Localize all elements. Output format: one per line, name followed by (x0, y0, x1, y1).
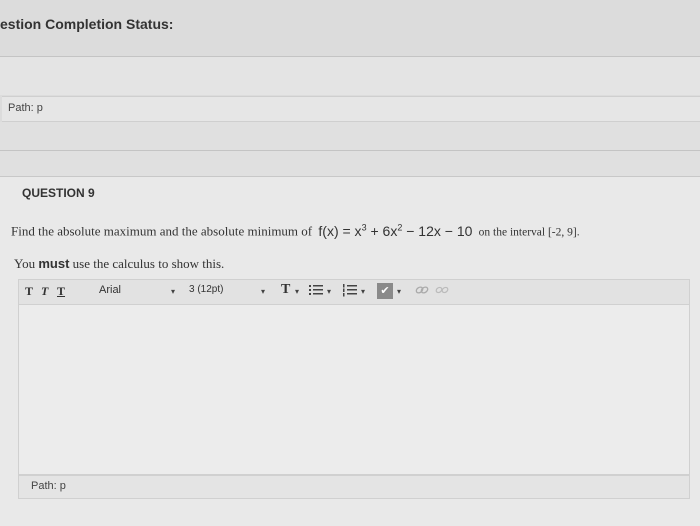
instruction-text: use the calculus to show this. (72, 256, 225, 271)
spacer-area (0, 122, 700, 176)
chevron-down-icon[interactable]: ▾ (397, 287, 401, 296)
italic-button[interactable]: T (41, 284, 48, 299)
instruction-text: You (14, 256, 36, 271)
interval-text: on the interval [-2, 9]. (478, 226, 580, 239)
chevron-down-icon[interactable]: ▾ (327, 287, 331, 296)
divider (0, 150, 700, 151)
chevron-down-icon[interactable]: ▾ (295, 287, 299, 296)
bold-button[interactable]: T (25, 284, 33, 299)
status-area (0, 57, 700, 95)
editor-toolbar: T T T Arial ▾ 3 (12pt) ▾ T ▾ ▾ ▾ ✔ ▾ (18, 279, 690, 305)
link-icon[interactable] (415, 284, 429, 299)
question-instruction: You must use the calculus to show this. (14, 256, 224, 272)
chevron-down-icon[interactable]: ▾ (361, 287, 365, 296)
prompt-text: Find the absolute maximum and the absolu… (11, 223, 313, 239)
chevron-down-icon[interactable]: ▾ (171, 287, 175, 296)
function-lhs: f(x) = x (318, 222, 362, 239)
editor-path-bar: Path: p (18, 475, 690, 499)
top-path-label: Path: p (8, 102, 43, 114)
question-panel: QUESTION 9 Find the absolute maximum and… (0, 176, 700, 526)
question-title: QUESTION 9 (22, 186, 95, 200)
text-color-button[interactable]: T (281, 282, 290, 298)
bullet-list-icon[interactable] (309, 283, 323, 300)
instruction-emphasis: must (38, 256, 70, 271)
font-family-select[interactable]: Arial (99, 284, 121, 296)
function-term: − 12x − 10 (402, 222, 473, 239)
font-size-select[interactable]: 3 (12pt) (189, 284, 223, 295)
function-term: + 6x (366, 222, 398, 239)
top-path-bar: Path: p (2, 96, 700, 122)
numbered-list-icon[interactable] (343, 283, 357, 300)
editor-path-label: Path: p (31, 480, 66, 492)
spellcheck-icon[interactable]: ✔ (377, 283, 393, 299)
completion-status-title: estion Completion Status: (0, 16, 174, 32)
unlink-icon[interactable] (435, 284, 449, 299)
underline-button[interactable]: T (57, 284, 65, 299)
function-expression: f(x) = x3 + 6x2 − 12x − 10 (318, 222, 473, 239)
answer-editor[interactable] (18, 305, 690, 475)
question-prompt: Find the absolute maximum and the absolu… (11, 222, 691, 240)
chevron-down-icon[interactable]: ▾ (261, 287, 265, 296)
